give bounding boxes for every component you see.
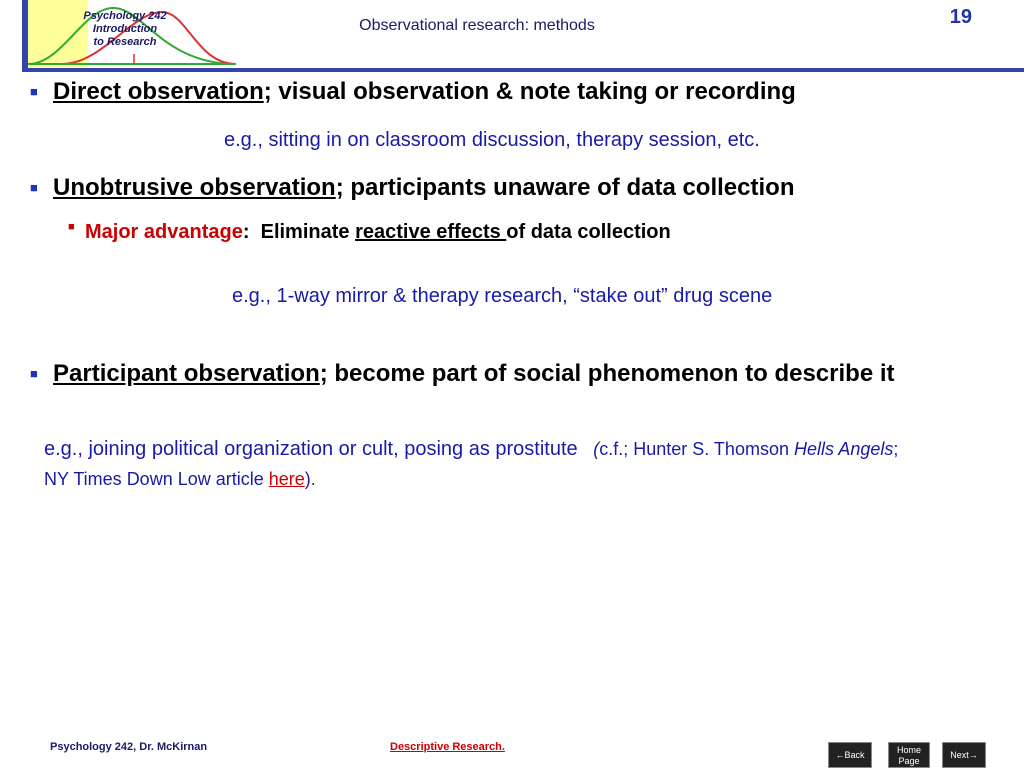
example-direct-observation: e.g., sitting in on classroom discussion… (224, 129, 760, 151)
bullet-text: ; participants unaware of data collectio… (335, 174, 795, 201)
bullet-participant-observation: ■ Participant observation; become part o… (30, 357, 933, 391)
bullet-text: ; become part of social phenomenon to de… (319, 360, 895, 387)
bullet-direct-observation: ■ Direct observation; visual observation… (30, 75, 953, 109)
subbullet-major-advantage: ■ Major advantage: Eliminate reactive ef… (68, 221, 945, 244)
term-direct-observation: Direct observation (53, 78, 264, 105)
citation-book-title: Hells Angels (793, 439, 894, 459)
example-main-text: e.g., joining political organization or … (44, 438, 578, 460)
page-number: 19 (949, 6, 972, 28)
logo-text: Psychology 242 Introduction to Research (50, 10, 200, 49)
citation-close: ). (304, 469, 316, 489)
square-bullet-icon: ■ (30, 84, 38, 99)
logo-line-1: Psychology 242 (83, 10, 167, 22)
header-horizontal-rule (22, 68, 1024, 72)
bullet-text: ; visual observation & note taking or re… (263, 78, 796, 105)
term-participant-observation: Participant observation (53, 360, 320, 387)
logo-line-3: to Research (93, 36, 157, 48)
logo-line-2: Introduction (92, 23, 158, 35)
term-reactive-effects: reactive effects (355, 221, 507, 243)
here-link[interactable]: here (269, 469, 305, 489)
header-vertical-rule (22, 0, 28, 72)
square-bullet-icon: ■ (68, 221, 75, 233)
next-button[interactable]: Next→ (942, 742, 986, 768)
slide-title: Observational research: methods (359, 17, 595, 34)
square-bullet-icon: ■ (30, 180, 38, 195)
home-page-button[interactable]: Home Page (888, 742, 930, 768)
citation-cf: c.f.; Hunter S. Thomson (599, 439, 794, 459)
major-advantage-label: Major advantage (85, 221, 243, 243)
subbullet-text: of data collection (506, 221, 671, 243)
home-label-1: Home (896, 745, 921, 755)
back-button[interactable]: ←Back (828, 742, 872, 768)
footer-course: Psychology 242, Dr. McKirnan (50, 741, 208, 753)
bullet-unobtrusive-observation: ■ Unobtrusive observation; participants … (30, 171, 953, 205)
home-label-2: Page (898, 756, 920, 766)
footer-section-link[interactable]: Descriptive Research. (390, 741, 505, 753)
example-participant-observation: e.g., joining political organization or … (44, 434, 924, 494)
subbullet-colon: : Eliminate (242, 221, 356, 243)
term-unobtrusive-observation: Unobtrusive observation (53, 174, 336, 201)
square-bullet-icon: ■ (30, 366, 38, 381)
example-unobtrusive-observation: e.g., 1-way mirror & therapy research, “… (232, 285, 773, 307)
